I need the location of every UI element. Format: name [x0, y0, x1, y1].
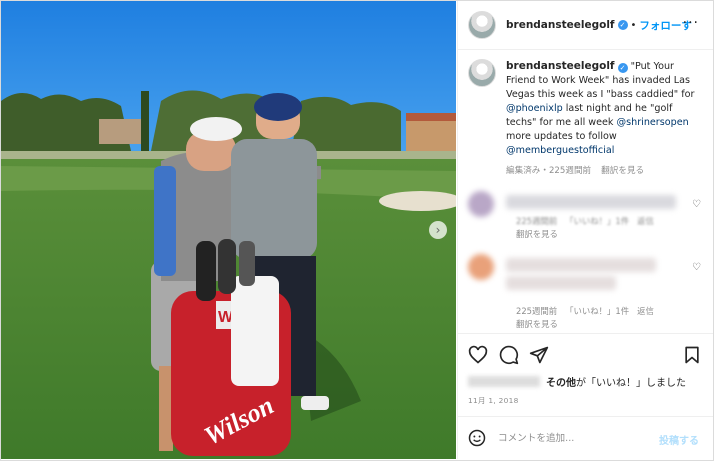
reply-link[interactable]: 返信 — [637, 306, 654, 316]
comment-likes[interactable]: 「いいね！」1件 — [565, 216, 629, 226]
comment-text-blurred — [506, 276, 616, 290]
caption-username[interactable]: brendansteelegolf — [506, 60, 615, 72]
likes-others-link[interactable]: その他 — [546, 378, 576, 389]
comment-time: 225週間前 — [516, 306, 558, 316]
translate-link[interactable]: 翻訳を見る — [601, 166, 644, 176]
comment-input[interactable] — [498, 429, 648, 447]
post-comment-button[interactable]: 投稿する — [659, 432, 699, 447]
next-photo-button[interactable]: › — [429, 221, 447, 239]
comment-translate[interactable]: 翻訳を見る — [516, 228, 558, 240]
edited-timestamp: 編集済み・225週間前 — [506, 166, 592, 176]
comment-text-blurred — [506, 195, 676, 209]
heart-icon[interactable]: ♡ — [692, 199, 701, 210]
comment-text-blurred — [506, 258, 656, 272]
mention-link[interactable]: @memberguestofficial — [506, 145, 614, 156]
post-photo[interactable]: W Wilson › — [1, 1, 456, 459]
post-header: brendansteelegolf ✓ • フォローす ··· — [458, 1, 713, 50]
comment-likes[interactable]: 「いいね！」1件 — [565, 306, 629, 316]
header-separator: • — [630, 19, 637, 31]
smiley-icon[interactable] — [468, 429, 486, 447]
likes-suffix: が「いいね！」しました — [576, 378, 686, 389]
golf-photo-illustration: W Wilson — [1, 1, 456, 459]
avatar-icon[interactable] — [468, 11, 496, 39]
bookmark-icon[interactable] — [682, 345, 702, 365]
comment-avatar-icon[interactable] — [468, 254, 494, 280]
chevron-right-icon: › — [435, 223, 441, 237]
verified-badge-icon: ✓ — [617, 20, 628, 30]
heart-icon[interactable]: ♡ — [692, 262, 701, 273]
comment-time: 225週間前 — [516, 216, 558, 226]
post-date: 11月 1, 2018 — [468, 396, 519, 405]
verified-badge-icon: ✓ — [617, 63, 628, 73]
likes-summary: その他が「いいね！」しました — [468, 374, 686, 389]
post-caption: brendansteelegolf ✓ "Put Your Friend to W… — [468, 59, 703, 178]
comment-translate[interactable]: 翻訳を見る — [516, 318, 558, 330]
more-options-icon[interactable]: ··· — [683, 15, 699, 31]
caption-meta: 編集済み・225週間前 翻訳を見る — [506, 164, 701, 178]
heart-icon[interactable] — [468, 345, 488, 365]
caption-text: more updates to follow — [506, 131, 617, 142]
post-side-panel: brendansteelegolf ✓ • フォローす ··· brendans… — [457, 1, 713, 459]
caption-avatar-icon[interactable] — [468, 59, 496, 87]
liker-name-blurred[interactable] — [468, 376, 540, 387]
reply-link[interactable]: 返信 — [637, 216, 654, 226]
mention-link[interactable]: @phoenixlp — [506, 103, 563, 114]
caption-body: brendansteelegolf ✓ "Put Your Friend to W… — [506, 59, 701, 178]
mention-link[interactable]: @shrinersopen — [617, 117, 689, 128]
add-comment-bar: 投稿する — [458, 416, 713, 460]
comment-avatar-icon[interactable] — [468, 191, 494, 217]
header-username[interactable]: brendansteelegolf — [506, 19, 615, 31]
action-bar — [458, 333, 713, 376]
comment-bubble-icon[interactable] — [499, 345, 519, 365]
paper-plane-icon[interactable] — [529, 345, 549, 365]
comment-meta: 225週間前 「いいね！」1件 返信 — [516, 305, 662, 317]
comment-meta: 225週間前 「いいね！」1件 返信 — [516, 215, 662, 227]
